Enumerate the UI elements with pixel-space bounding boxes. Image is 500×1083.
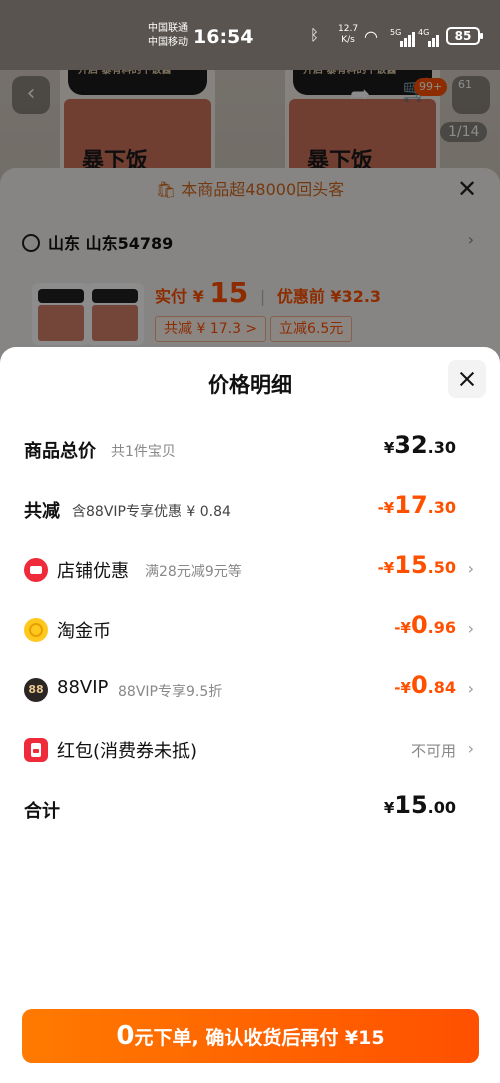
row-88vip[interactable]: 88 88VIP 88VIP专享9.5折 -¥0.84 ›	[0, 669, 500, 709]
row-shop-discount[interactable]: 店铺优惠 满28元减9元等 -¥15.50 ›	[0, 549, 500, 589]
vip-88-icon: 88	[24, 678, 48, 702]
place-order-button[interactable]: 0元下单, 确认收货后再付 ¥15	[22, 1009, 479, 1063]
sheet-title: 价格明细	[208, 373, 292, 397]
signal-icon	[400, 28, 416, 47]
bluetooth-icon: ᛒ	[310, 26, 320, 44]
wifi-icon: ◠	[364, 27, 378, 46]
amount: ¥15.00	[383, 791, 456, 819]
row-total-discount: 共减 含88VIP专享优惠 ¥ 0.84 -¥17.30	[24, 491, 456, 522]
price-detail-sheet: 价格明细 商品总价 共1件宝贝 ¥32.30 共减 含88VIP专享优惠 ¥ 0…	[0, 347, 500, 1083]
chevron-right-icon: ›	[467, 619, 474, 638]
unavailable-status: 不可用	[410, 742, 456, 760]
row-total-price: 商品总价 共1件宝贝 ¥32.30	[24, 431, 456, 462]
row-grand-total: 合计 ¥15.00	[24, 791, 456, 822]
battery-icon: 85	[446, 27, 483, 45]
signal-icon	[428, 28, 440, 47]
amount: -¥17.30	[377, 491, 456, 519]
row-tao-coins[interactable]: 淘金币 -¥0.96 ›	[0, 609, 500, 649]
chevron-right-icon: ›	[467, 679, 474, 698]
amount: -¥0.96	[394, 611, 456, 639]
red-packet-icon	[24, 738, 48, 762]
chevron-right-icon: ›	[467, 559, 474, 578]
carrier-labels: 中国联通 中国移动	[148, 23, 188, 48]
amount: -¥15.50	[377, 551, 456, 579]
chevron-right-icon: ›	[467, 739, 474, 758]
status-bar: 中国联通 中国移动 16:54 ᛒ 12.7 K/s ◠ 5G 4G 85	[0, 0, 500, 70]
shop-icon	[24, 558, 48, 582]
clock: 16:54	[193, 26, 254, 48]
amount: -¥0.84	[394, 671, 456, 699]
coin-icon	[24, 618, 48, 642]
row-red-packet[interactable]: 红包(消费券未抵) 不可用 ›	[0, 729, 500, 769]
amount: ¥32.30	[383, 431, 456, 459]
close-button[interactable]	[448, 360, 486, 398]
network-speed: 12.7 K/s	[338, 24, 359, 45]
